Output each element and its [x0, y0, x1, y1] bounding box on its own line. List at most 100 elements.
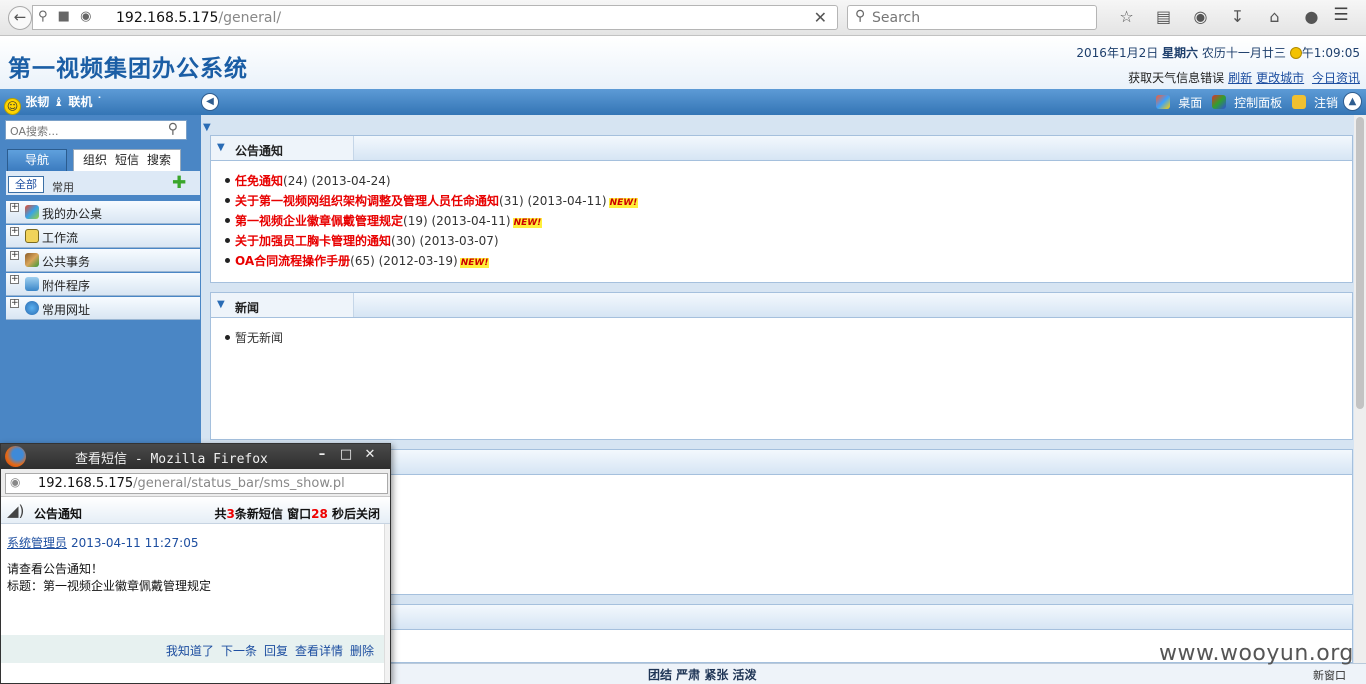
logout-button[interactable]: 注销 — [1291, 95, 1338, 110]
collapse-header-button[interactable]: ▲ — [1343, 92, 1362, 111]
weather-info: 获取天气信息错误 刷新 更改城市 今日资讯 — [1128, 69, 1360, 86]
control-panel-button[interactable]: 控制面板 — [1212, 95, 1282, 110]
panel-header: ▼ 新闻 — [211, 293, 1352, 318]
expand-icon[interactable]: + — [10, 299, 19, 308]
sms-popup-window: 查看短信 - Mozilla Firefox – □ ✕ ◉ 192.168.5.1… — [0, 443, 391, 684]
notice-panel: ▼ 公告通知 任免通知(24) (2013-04-24) 关于第一视频网组织架构… — [210, 135, 1353, 283]
panel-title[interactable]: ▼ 新闻 — [211, 293, 354, 317]
globe-icon: ◉ — [10, 475, 21, 489]
sidebar-item-workflow[interactable]: + 工作流 — [6, 225, 200, 248]
notice-link[interactable]: 关于第一视频网组织架构调整及管理人员任命通知 — [235, 194, 499, 208]
workflow-icon — [25, 229, 39, 243]
browser-toolbar: ← ⚲ ■ ◉ 192.168.5.175/general/ ✕ ⚲ Searc… — [0, 0, 1366, 36]
tab-sms[interactable]: 短信 — [115, 150, 139, 170]
notice-link[interactable]: 任免通知 — [235, 174, 283, 188]
reply-button[interactable]: 回复 — [264, 644, 288, 658]
clock-icon — [1289, 47, 1302, 59]
close-icon[interactable]: ✕ — [814, 8, 827, 27]
message-count: 共3条新短信 窗口28 秒后关闭 — [214, 507, 380, 521]
bookmark-star-icon[interactable]: ☆ — [1108, 7, 1145, 26]
add-icon[interactable]: ✚ — [172, 173, 186, 193]
acknowledge-button[interactable]: 我知道了 — [166, 644, 214, 658]
popup-url-row: ◉ 192.168.5.175/general/status_bar/sms_s… — [1, 469, 390, 497]
notice-link[interactable]: 关于加强员工胸卡管理的通知 — [235, 234, 391, 248]
list-item: 关于加强员工胸卡管理的通知(30) (2013-03-07) — [225, 232, 1352, 252]
desktop-icon — [1156, 95, 1171, 109]
popup-titlebar[interactable]: 查看短信 - Mozilla Firefox – □ ✕ — [1, 444, 390, 469]
subtab-common[interactable]: 常用 — [52, 179, 74, 195]
message-sender: 系统管理员 2013-04-11 11:27:05 — [7, 534, 198, 551]
popup-header: ◢) 公告通知 共3条新短信 窗口28 秒后关闭 — [1, 498, 390, 524]
list-item: 关于第一视频网组织架构调整及管理人员任命通知(31) (2013-04-11) N… — [225, 192, 1352, 212]
key-icon — [1291, 95, 1306, 109]
notice-link[interactable]: 第一视频企业徽章佩戴管理规定 — [235, 214, 403, 228]
oa-header: 第一视频集团办公系统 2016年1月2日 星期六 农历十一月廿三 午1:09:0… — [0, 37, 1366, 89]
url-text[interactable]: 192.168.5.175/general/ — [116, 10, 281, 26]
desktop-button[interactable]: 桌面 — [1156, 95, 1202, 110]
tab-search[interactable]: 搜索 — [147, 150, 171, 170]
expand-icon[interactable]: + — [10, 251, 19, 260]
sender-link[interactable]: 系统管理员 — [7, 536, 67, 550]
online-status[interactable]: 联机 — [68, 95, 92, 109]
view-details-button[interactable]: 查看详情 — [295, 644, 343, 658]
user-name[interactable]: 张韧 — [25, 95, 49, 109]
minimize-icon[interactable]: – — [310, 447, 334, 462]
news-list: 暂无新闻 — [211, 318, 1352, 349]
speaker-icon: ◢) — [7, 502, 25, 520]
reading-list-icon[interactable]: ▤ — [1145, 7, 1182, 26]
oa-search-input[interactable]: OA搜索... ⚲ — [5, 120, 187, 140]
next-button[interactable]: 下一条 — [221, 644, 257, 658]
sidebar-item-common-urls[interactable]: + 常用网址 — [6, 297, 200, 320]
chat-icon[interactable]: ● — [1293, 7, 1330, 26]
change-city-link[interactable]: 更改城市 — [1256, 71, 1304, 85]
popup-url-bar[interactable]: ◉ 192.168.5.175/general/status_bar/sms_s… — [5, 473, 388, 494]
today-news-link[interactable]: 今日资讯 — [1312, 71, 1360, 85]
weather-error: 获取天气信息错误 — [1128, 71, 1225, 85]
list-item: 任免通知(24) (2013-04-24) — [225, 172, 1352, 192]
home-icon[interactable]: ⌂ — [1256, 7, 1293, 26]
delete-button[interactable]: 删除 — [350, 644, 374, 658]
search-icon[interactable]: ⚲ — [168, 121, 178, 137]
popup-actions: 我知道了 下一条 回复 查看详情 删除 — [159, 642, 374, 659]
scrollbar-thumb[interactable] — [1356, 117, 1364, 409]
new-window-link[interactable]: 新窗口 — [1313, 667, 1346, 683]
chevron-down-icon[interactable]: ˙ — [97, 95, 103, 109]
collapse-triangle-icon[interactable]: ▼ — [217, 142, 225, 153]
pocket-icon[interactable]: ◉ — [1182, 7, 1219, 26]
tab-navigation[interactable]: 导航 — [7, 149, 67, 171]
back-button[interactable]: ← — [8, 6, 32, 30]
page-title: 第一视频集团办公系统 — [8, 56, 248, 82]
collapse-sidebar-button[interactable]: ◀ — [201, 93, 219, 111]
popup-footer: 我知道了 下一条 回复 查看详情 删除 — [1, 635, 384, 663]
panel-title[interactable]: ▼ 公告通知 — [211, 136, 354, 160]
popup-scrollbar[interactable] — [384, 524, 390, 683]
expand-icon[interactable]: + — [10, 227, 19, 236]
sidebar-item-accessories[interactable]: + 附件程序 — [6, 273, 200, 296]
tab-group: 组织 短信 搜索 — [73, 149, 181, 171]
download-icon[interactable]: ↧ — [1219, 7, 1256, 26]
url-bar[interactable]: ⚲ ■ ◉ 192.168.5.175/general/ ✕ — [32, 5, 838, 30]
sidebar-item-my-desk[interactable]: + 我的办公桌 — [6, 201, 200, 224]
page-scrollbar[interactable] — [1354, 115, 1366, 663]
user-area[interactable]: ☺ 张韧 ♝ 联机 ˙ — [4, 93, 103, 115]
collapse-triangle-icon[interactable]: ▼ — [217, 299, 225, 310]
refresh-link[interactable]: 刷新 — [1228, 71, 1252, 85]
search-input[interactable]: ⚲ Search — [847, 5, 1097, 30]
list-item: 暂无新闻 — [225, 329, 1352, 349]
subtab-all[interactable]: 全部 — [8, 176, 44, 193]
maximize-icon[interactable]: □ — [334, 447, 358, 462]
close-icon[interactable]: ✕ — [358, 447, 382, 462]
hamburger-menu-icon[interactable]: ☰ — [1328, 5, 1354, 29]
expand-icon[interactable]: + — [10, 275, 19, 284]
site-identity-icons[interactable]: ⚲ ■ ◉ — [38, 9, 94, 24]
status-bar: ☺ 张韧 ♝ 联机 ˙ ◀ 桌面 控制面板 注销 ▲ — [0, 89, 1366, 115]
sidebar-subtabs: 全部 常用 ✚ — [6, 171, 200, 195]
notice-link[interactable]: OA合同流程操作手册 — [235, 254, 350, 268]
expand-icon[interactable]: + — [10, 203, 19, 212]
accessories-icon — [25, 277, 39, 291]
collapse-toggle-icon[interactable]: ▼ — [203, 122, 211, 133]
tab-organization[interactable]: 组织 — [83, 150, 107, 170]
notice-list: 任免通知(24) (2013-04-24) 关于第一视频网组织架构调整及管理人员… — [211, 161, 1352, 272]
sidebar-item-public-affairs[interactable]: + 公共事务 — [6, 249, 200, 272]
control-panel-icon — [1212, 95, 1227, 109]
